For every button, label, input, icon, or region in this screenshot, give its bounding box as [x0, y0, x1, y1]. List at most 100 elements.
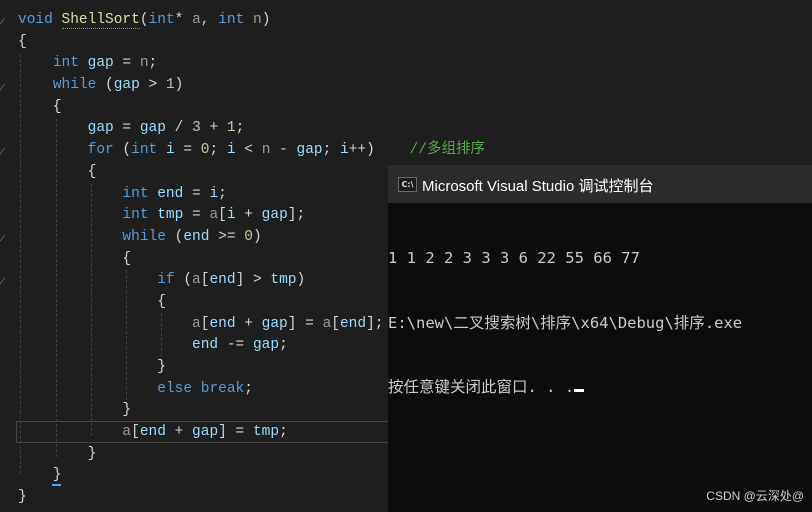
code-token: tmp: [252, 424, 280, 441]
code-token: end: [192, 337, 219, 354]
code-token: gap: [261, 315, 288, 332]
code-token: end: [209, 272, 236, 289]
code-token: i: [165, 142, 175, 159]
code-token: +: [165, 424, 193, 441]
console-prompt: 按任意键关闭此窗口. . .: [388, 378, 575, 396]
code-token: gap: [192, 424, 219, 441]
code-token: (: [165, 228, 184, 245]
code-token: gap: [139, 120, 166, 137]
code-token: (: [139, 12, 149, 28]
console-output: 1 1 2 2 3 3 3 6 22 55 66 77 E:\new\二叉搜索树…: [388, 205, 742, 442]
code-token: }: [18, 445, 97, 462]
code-token: a: [122, 424, 132, 441]
code-token: while: [52, 77, 97, 94]
code-token: ] =: [218, 424, 253, 441]
code-token: *: [174, 12, 193, 28]
code-token: while: [122, 228, 166, 245]
code-token: >=: [209, 228, 245, 245]
editor-gutter: ⁄ ⁄ ⁄ ⁄ ⁄: [0, 0, 12, 512]
console-cursor: [574, 389, 585, 392]
code-line[interactable]: {: [18, 97, 485, 119]
code-token: }: [18, 467, 62, 484]
code-token: +: [200, 120, 227, 137]
code-token: (: [96, 77, 114, 94]
code-line[interactable]: gap = gap / 3 + 1;: [18, 118, 485, 140]
code-token: {: [18, 33, 27, 50]
code-line[interactable]: while (gap > 1): [18, 75, 485, 97]
console-title-bar[interactable]: C:\ Microsoft Visual Studio 调试控制台: [388, 165, 812, 203]
code-token: n: [139, 55, 149, 72]
code-token: ++): [348, 142, 410, 159]
debug-console-window[interactable]: C:\ Microsoft Visual Studio 调试控制台 1 1 2 …: [388, 165, 812, 512]
code-token: ];: [366, 315, 384, 332]
code-token: for: [87, 142, 114, 159]
code-token: ;: [322, 142, 341, 159]
code-token: {: [18, 163, 97, 180]
code-token: void: [18, 12, 62, 28]
code-token: ;: [279, 424, 288, 441]
collapse-marker-icon[interactable]: ⁄: [1, 82, 9, 93]
code-token: i: [209, 185, 219, 202]
code-token: 3: [192, 120, 201, 137]
code-token: ;: [235, 120, 245, 137]
code-token: int: [218, 12, 253, 28]
code-token: ShellSort: [61, 12, 140, 29]
code-token: gap: [113, 77, 140, 94]
code-line[interactable]: int gap = n;: [18, 53, 485, 75]
code-token: ];: [287, 207, 306, 224]
code-token: gap: [296, 142, 323, 159]
code-token: ] =: [287, 315, 323, 332]
collapse-marker-icon[interactable]: ⁄: [1, 146, 9, 157]
collapse-marker-icon[interactable]: ⁄: [1, 276, 9, 287]
text-caret: [52, 484, 61, 486]
code-token: =: [183, 185, 210, 202]
code-token: end: [139, 424, 166, 441]
code-line[interactable]: void ShellSort(int* a, int n): [18, 10, 485, 32]
code-token: =: [183, 207, 210, 224]
code-token: ): [296, 272, 306, 289]
code-token: //多组排序: [409, 142, 486, 159]
code-token: ): [174, 77, 184, 94]
code-token: }: [18, 359, 166, 375]
code-token: i: [226, 142, 236, 159]
code-line[interactable]: {: [18, 32, 485, 54]
code-token: int: [148, 12, 175, 28]
code-token: (: [113, 142, 132, 159]
code-token: end: [157, 185, 184, 202]
console-title: Microsoft Visual Studio 调试控制台: [422, 178, 654, 195]
code-token: <: [235, 142, 262, 159]
code-token: tmp: [270, 272, 297, 289]
code-token: if: [157, 272, 175, 289]
code-token: {: [18, 293, 166, 310]
console-line: 1 1 2 2 3 3 3 6 22 55 66 77: [388, 249, 640, 267]
code-token: ;: [148, 55, 158, 72]
code-token: end: [339, 315, 367, 332]
code-token: {: [18, 98, 62, 115]
code-token: {: [18, 250, 132, 267]
collapse-marker-icon[interactable]: ⁄: [1, 233, 9, 244]
code-token: >: [139, 77, 166, 94]
code-token: gap: [87, 55, 114, 72]
code-token: gap: [87, 120, 114, 137]
code-token: int: [131, 142, 166, 159]
code-token: =: [113, 120, 140, 137]
code-token: a: [322, 315, 332, 332]
code-token: ): [261, 12, 271, 28]
code-token: int: [122, 185, 158, 202]
code-token: n: [252, 12, 262, 28]
code-line[interactable]: for (int i = 0; i < n - gap; i++) //多组排序: [18, 140, 485, 162]
code-token: gap: [252, 337, 280, 354]
watermark: CSDN @云深处@: [706, 489, 804, 503]
code-token: [: [331, 315, 340, 332]
collapse-marker-icon[interactable]: ⁄: [1, 16, 9, 27]
code-token: =: [174, 142, 201, 159]
code-token: /: [165, 120, 193, 137]
code-token: }: [18, 402, 132, 419]
